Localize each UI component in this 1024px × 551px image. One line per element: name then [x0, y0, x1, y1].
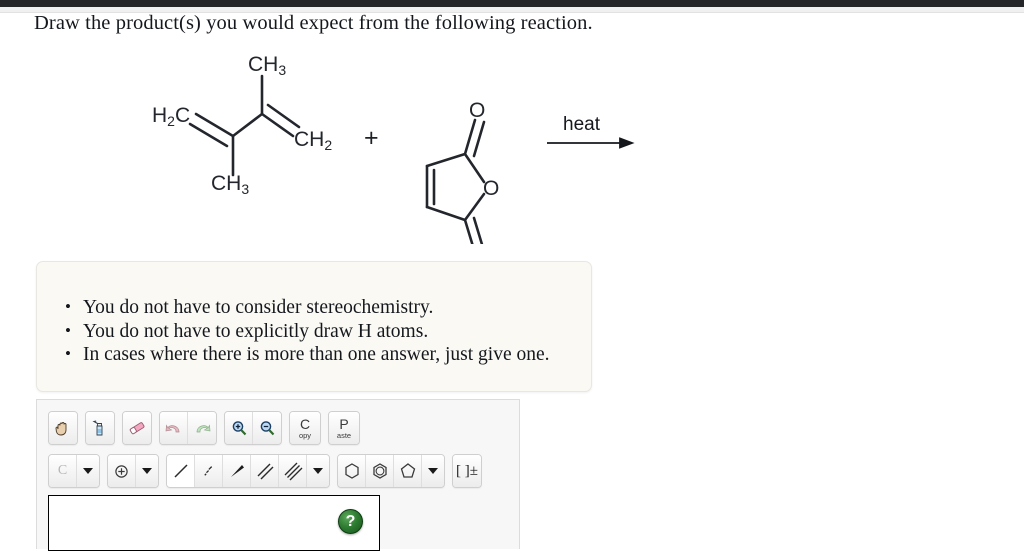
triple-bond-icon — [284, 462, 302, 481]
element-selector-label: C — [57, 463, 68, 478]
charge-selector-dropdown[interactable] — [136, 455, 158, 487]
cyclopentane-button[interactable] — [394, 455, 422, 487]
bond-tool-dropdown[interactable] — [307, 455, 329, 487]
chevron-down-icon — [428, 468, 438, 474]
copy-group: C opy — [289, 411, 321, 445]
pan-tool-button[interactable] — [49, 412, 77, 444]
paste-group: P aste — [328, 411, 360, 445]
hashed-bond-button[interactable] — [195, 455, 223, 487]
molecular-editor-panel: C opy P aste C []± — [36, 399, 520, 551]
spray-bottle-icon — [92, 420, 103, 436]
instructions-callout: You do not have to consider stereochemis… — [36, 261, 592, 392]
reaction-scheme: H2C CH3 CH2 CH3 O O O — [0, 44, 680, 244]
pan-tool-group — [48, 411, 78, 445]
list-item: In cases where there is more than one an… — [65, 342, 591, 367]
clean-tool-group — [85, 411, 115, 445]
bond-tool-group — [166, 454, 330, 488]
hashed-bond-icon — [203, 466, 212, 476]
paste-button[interactable]: P aste — [329, 412, 359, 444]
copy-button-suffix: opy — [298, 430, 312, 440]
reaction-plus-sign: + — [364, 124, 379, 152]
wedge-bond-button[interactable] — [223, 455, 251, 487]
bracket-tool-group: [ ]± — [452, 454, 482, 488]
triple-bond-button[interactable] — [279, 455, 307, 487]
charge-circle-icon — [115, 464, 128, 478]
clean-structure-button[interactable] — [86, 412, 114, 444]
hand-icon — [55, 422, 67, 436]
chevron-down-icon — [313, 468, 323, 474]
list-item: You do not have to explicitly draw H ato… — [65, 319, 591, 344]
zoom-out-button[interactable] — [253, 412, 281, 444]
anhydride-label-ring-o: O — [483, 177, 499, 200]
copy-button[interactable]: C opy — [290, 412, 320, 444]
element-selector-group: C — [48, 454, 100, 488]
charge-selector-group — [107, 454, 159, 488]
redo-button[interactable] — [188, 412, 216, 444]
ring-tool-group — [337, 454, 445, 488]
undo-redo-group — [159, 411, 217, 445]
zoom-in-button[interactable] — [225, 412, 253, 444]
chevron-down-icon — [142, 468, 152, 474]
chevron-down-icon — [83, 468, 93, 474]
eraser-icon — [129, 422, 145, 435]
diene-label-right-ch2: CH2 — [294, 128, 332, 153]
diene-label-left-ch2: H2C — [152, 104, 190, 129]
copy-button-initial: C — [299, 415, 311, 432]
eraser-tool-button[interactable] — [123, 412, 151, 444]
paste-button-suffix: aste — [336, 430, 352, 440]
drawing-canvas[interactable] — [48, 495, 380, 551]
diene-label-top-ch3: CH3 — [248, 53, 286, 78]
magnifier-minus-icon — [260, 421, 275, 436]
instructions-list: You do not have to consider stereochemis… — [37, 262, 591, 367]
element-selector-dropdown[interactable] — [77, 455, 99, 487]
bracket-charge-label: [ ]± — [456, 462, 478, 479]
editor-toolbar-row-1: C opy P aste — [48, 411, 367, 445]
editor-toolbar-row-2: C []± — [48, 454, 489, 488]
redo-arrow-icon — [196, 424, 210, 433]
eraser-tool-group — [122, 411, 152, 445]
hexagon-icon — [344, 463, 359, 479]
wedge-bond-icon — [230, 465, 244, 477]
pentagon-icon — [400, 463, 415, 478]
diene-label-bottom-ch3: CH3 — [211, 172, 249, 197]
benzene-ring-icon — [372, 463, 387, 479]
page-title: Draw the product(s) you would expect fro… — [34, 12, 593, 34]
undo-arrow-icon — [165, 424, 180, 433]
cyclohexane-button[interactable] — [338, 455, 366, 487]
reaction-conditions-label: heat — [563, 114, 600, 135]
undo-button[interactable] — [160, 412, 188, 444]
magnifier-plus-icon — [232, 421, 246, 436]
charge-tool-button[interactable] — [108, 455, 136, 487]
double-bond-button[interactable] — [251, 455, 279, 487]
single-bond-button[interactable] — [167, 455, 195, 487]
double-bond-icon — [257, 463, 273, 480]
window-titlebar-strip — [0, 0, 1024, 7]
zoom-group — [224, 411, 282, 445]
element-selector-button[interactable]: C — [49, 455, 77, 487]
anhydride-label-top-o: O — [469, 99, 485, 122]
benzene-button[interactable] — [366, 455, 394, 487]
paste-button-initial: P — [339, 415, 349, 432]
help-button[interactable]: ? — [338, 509, 363, 534]
list-item: You do not have to consider stereochemis… — [65, 295, 591, 320]
single-bond-icon — [173, 464, 188, 478]
bracket-charge-button[interactable]: [ ]± — [453, 455, 481, 487]
ring-tool-dropdown[interactable] — [422, 455, 444, 487]
